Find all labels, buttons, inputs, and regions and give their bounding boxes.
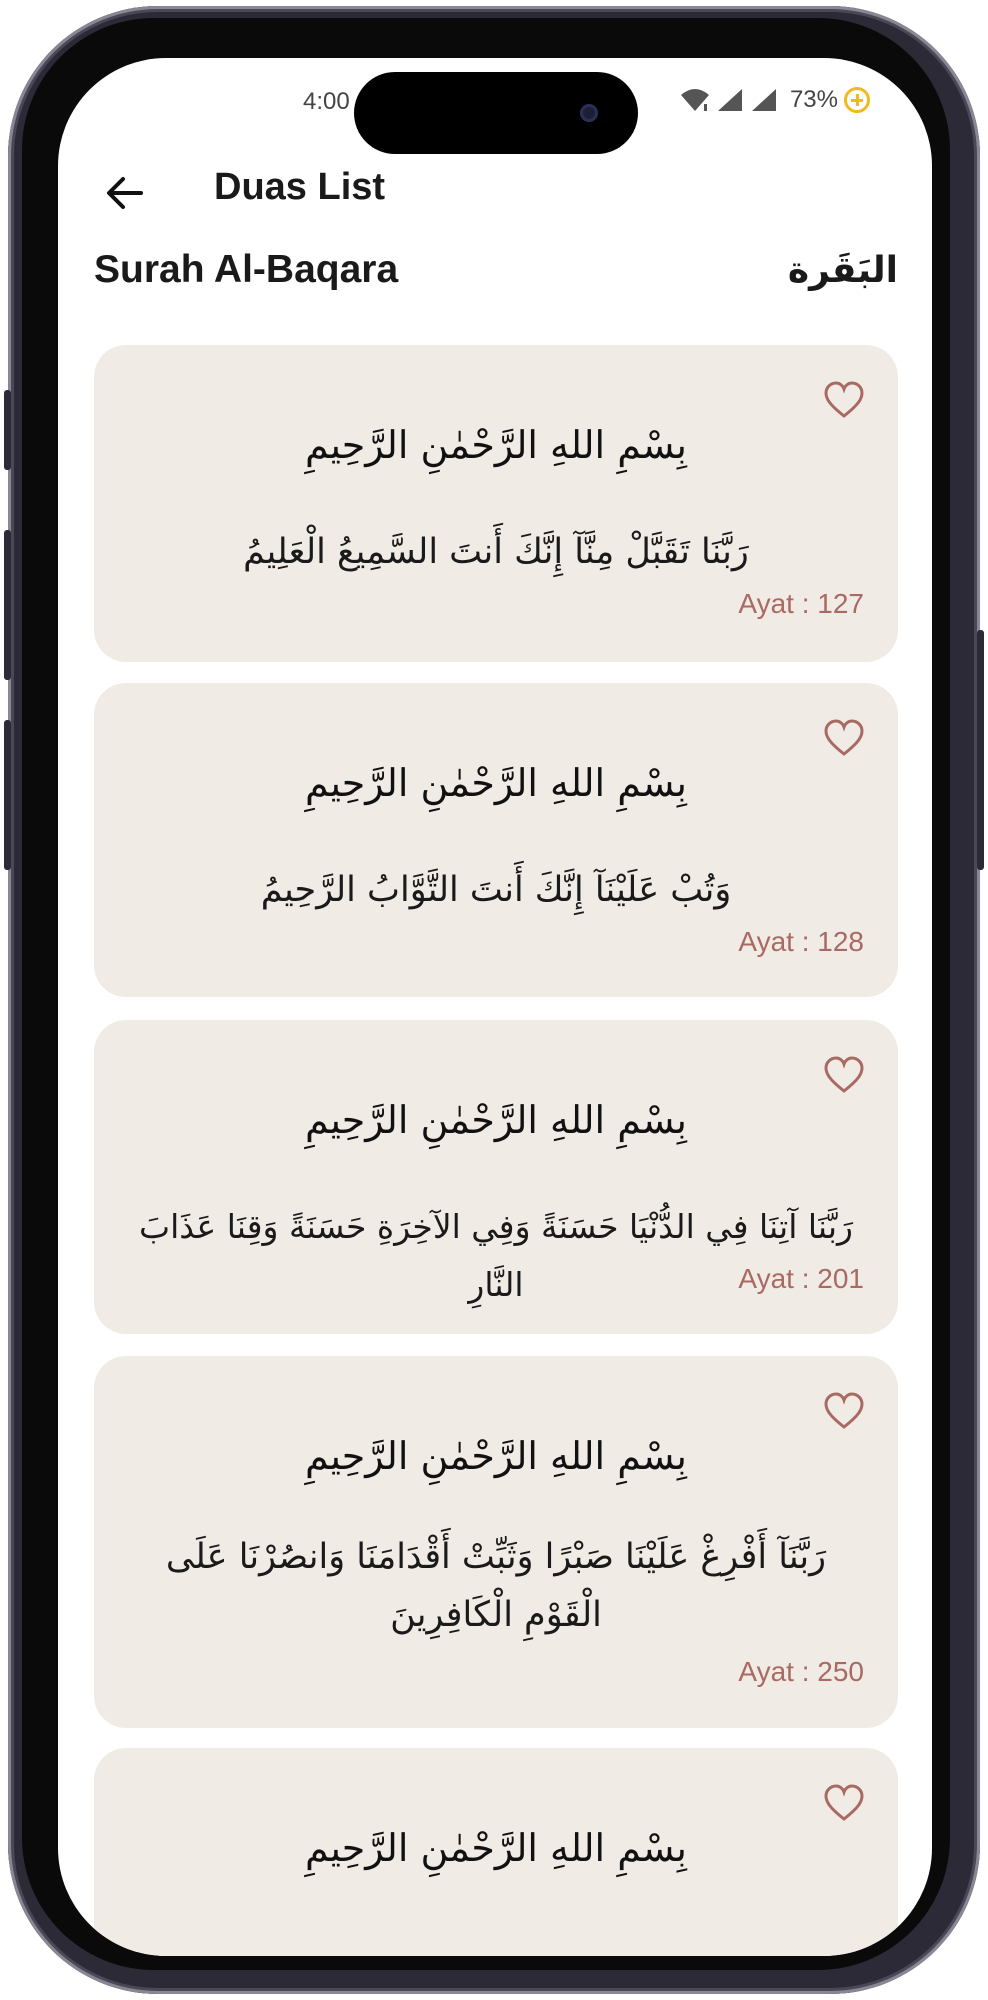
bismillah-calligraphy: بِسْمِ اللهِ الرَّحْمٰنِ الرَّحِيمِ bbox=[305, 423, 687, 467]
dua-card[interactable]: بِسْمِ اللهِ الرَّحْمٰنِ الرَّحِيمِ رَبَ… bbox=[94, 345, 898, 662]
dua-text: رَبَّنَا آتِنَا فِي الدُّنْيَا حَسَنَةً … bbox=[139, 1207, 853, 1304]
dua-text: رَبَّنَا تَقَبَّلْ مِنَّآ إِنَّكَ أَنتَ … bbox=[243, 532, 749, 572]
dua-text: رَبَّنَآ أَفْرِغْ عَلَيْنَا صَبْرًا وَثَ… bbox=[165, 1537, 827, 1635]
ayat-number: Ayat : 127 bbox=[738, 588, 864, 619]
heart-outline-icon[interactable] bbox=[824, 381, 864, 421]
dua-text: وَتُبْ عَلَيْنَآ إِنَّكَ أَنتَ التَّوَّا… bbox=[260, 870, 732, 910]
wifi-icon bbox=[680, 89, 709, 111]
volume-up-button bbox=[4, 530, 11, 680]
bismillah-calligraphy: بِسْمِ اللهِ الرَّحْمٰنِ الرَّحِيمِ bbox=[305, 761, 687, 805]
dua-card[interactable]: بِسْمِ اللهِ الرَّحْمٰنِ الرَّحِيمِ وَتُ… bbox=[94, 683, 898, 997]
camera-icon bbox=[580, 104, 598, 122]
bismillah-calligraphy: بِسْمِ اللهِ الرَّحْمٰنِ الرَّحِيمِ bbox=[305, 1434, 687, 1478]
signal-icon bbox=[717, 89, 742, 111]
bismillah-calligraphy: بِسْمِ اللهِ الرَّحْمٰنِ الرَّحِيمِ bbox=[305, 1098, 687, 1142]
surah-name-arabic: البَقَرة bbox=[787, 250, 898, 291]
ayat-number: Ayat : 201 bbox=[738, 1263, 864, 1294]
page-title: Duas List bbox=[214, 166, 386, 208]
battery-saver-icon bbox=[844, 87, 870, 113]
status-icons: 73% bbox=[680, 86, 870, 114]
heart-outline-icon[interactable] bbox=[824, 1784, 864, 1824]
dynamic-island bbox=[354, 72, 638, 154]
silent-switch bbox=[4, 390, 11, 470]
volume-down-button bbox=[4, 720, 11, 870]
status-time: 4:00 bbox=[303, 88, 350, 115]
back-button[interactable] bbox=[100, 168, 150, 218]
heart-outline-icon[interactable] bbox=[824, 719, 864, 759]
arrow-left-icon bbox=[107, 177, 143, 209]
heart-outline-icon[interactable] bbox=[824, 1392, 864, 1432]
bismillah-calligraphy: بِسْمِ اللهِ الرَّحْمٰنِ الرَّحِيمِ bbox=[305, 1826, 687, 1870]
dua-card[interactable]: بِسْمِ اللهِ الرَّحْمٰنِ الرَّحِيمِ bbox=[94, 1748, 898, 1956]
power-button bbox=[977, 630, 984, 870]
battery-percent: 73% bbox=[789, 86, 838, 113]
signal-icon bbox=[751, 89, 776, 111]
surah-name-english: Surah Al-Baqara bbox=[94, 248, 399, 291]
dua-card[interactable]: بِسْمِ اللهِ الرَّحْمٰنِ الرَّحِيمِ رَبَ… bbox=[94, 1020, 898, 1334]
app-screen: 4:00 73% Duas List Surah Al-Baqara البَق… bbox=[58, 58, 932, 1956]
ayat-number: Ayat : 128 bbox=[738, 926, 864, 957]
dua-card[interactable]: بِسْمِ اللهِ الرَّحْمٰنِ الرَّحِيمِ رَبَ… bbox=[94, 1356, 898, 1728]
ayat-number: Ayat : 250 bbox=[738, 1656, 864, 1687]
heart-outline-icon[interactable] bbox=[824, 1056, 864, 1096]
